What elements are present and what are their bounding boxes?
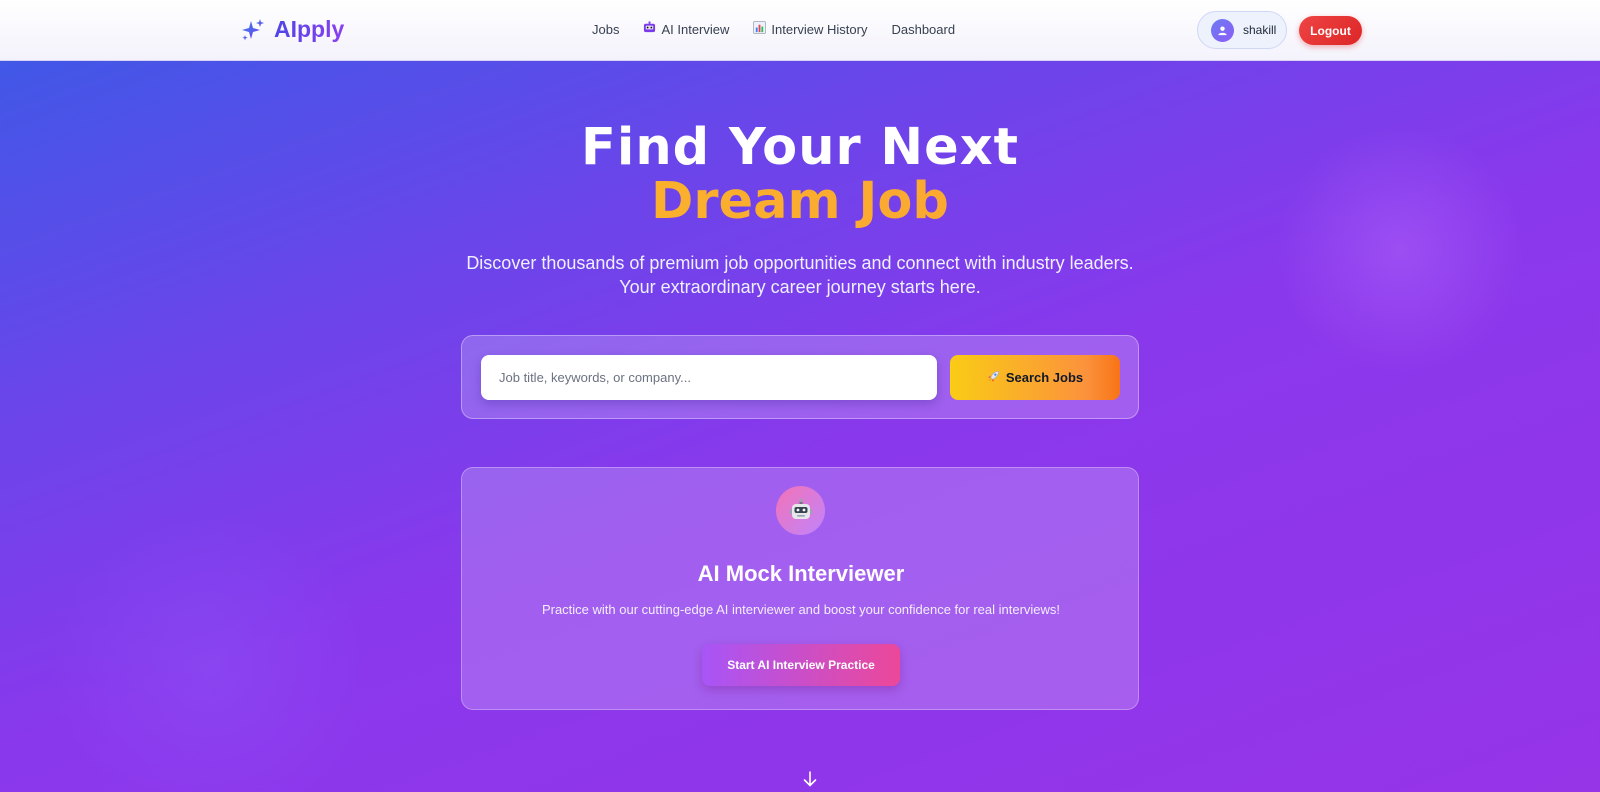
nav-link-jobs[interactable]: Jobs [592,22,619,37]
hero-subtitle-line2: Your extraordinary career journey starts… [619,277,981,297]
search-panel: Search Jobs [461,335,1139,419]
nav-link-dashboard[interactable]: Dashboard [891,22,955,37]
start-ai-interview-button[interactable]: Start AI Interview Practice [702,644,900,686]
logo[interactable]: AIpply [240,16,344,43]
robot-icon [643,21,656,37]
username: shakill [1243,23,1277,37]
nav-link-label: AI Interview [661,21,730,37]
background-glow [40,520,380,792]
robot-icon [776,486,825,535]
top-navbar: AIpply Jobs AI Interview Interview Histo… [0,0,1600,61]
nav-link-ai-interview[interactable]: AI Interview [643,21,729,37]
user-menu[interactable]: shakill [1197,11,1287,49]
nav-link-label: Jobs [592,21,620,37]
search-jobs-button[interactable]: Search Jobs [950,355,1120,400]
logout-button[interactable]: Logout [1299,16,1362,45]
nav-link-label: Interview History [771,21,868,37]
nav-link-label: Dashboard [891,21,956,37]
rocket-icon [987,370,1000,386]
hero-title-line1: Find Your Next [581,118,1019,177]
search-input[interactable] [481,355,937,400]
nav-links: Jobs AI Interview Interview History Dash… [592,21,955,37]
ai-interviewer-card: AI Mock Interviewer Practice with our cu… [461,467,1139,710]
user-icon [1218,25,1227,35]
avatar [1211,18,1234,42]
search-jobs-label: Search Jobs [1005,370,1084,385]
logo-text: AIpply [274,16,345,42]
sparkles-icon [240,17,266,43]
nav-link-interview-history[interactable]: Interview History [753,21,867,37]
ai-card-description: Practice with our cutting-edge AI interv… [541,602,1061,617]
arrow-down-icon[interactable] [800,770,820,790]
ai-card-title: AI Mock Interviewer [697,561,905,586]
hero-title-line2: Dream Job [0,172,1600,231]
bar-chart-icon [753,21,767,37]
hero-subtitle-line1: Discover thousands of premium job opport… [466,253,1134,273]
